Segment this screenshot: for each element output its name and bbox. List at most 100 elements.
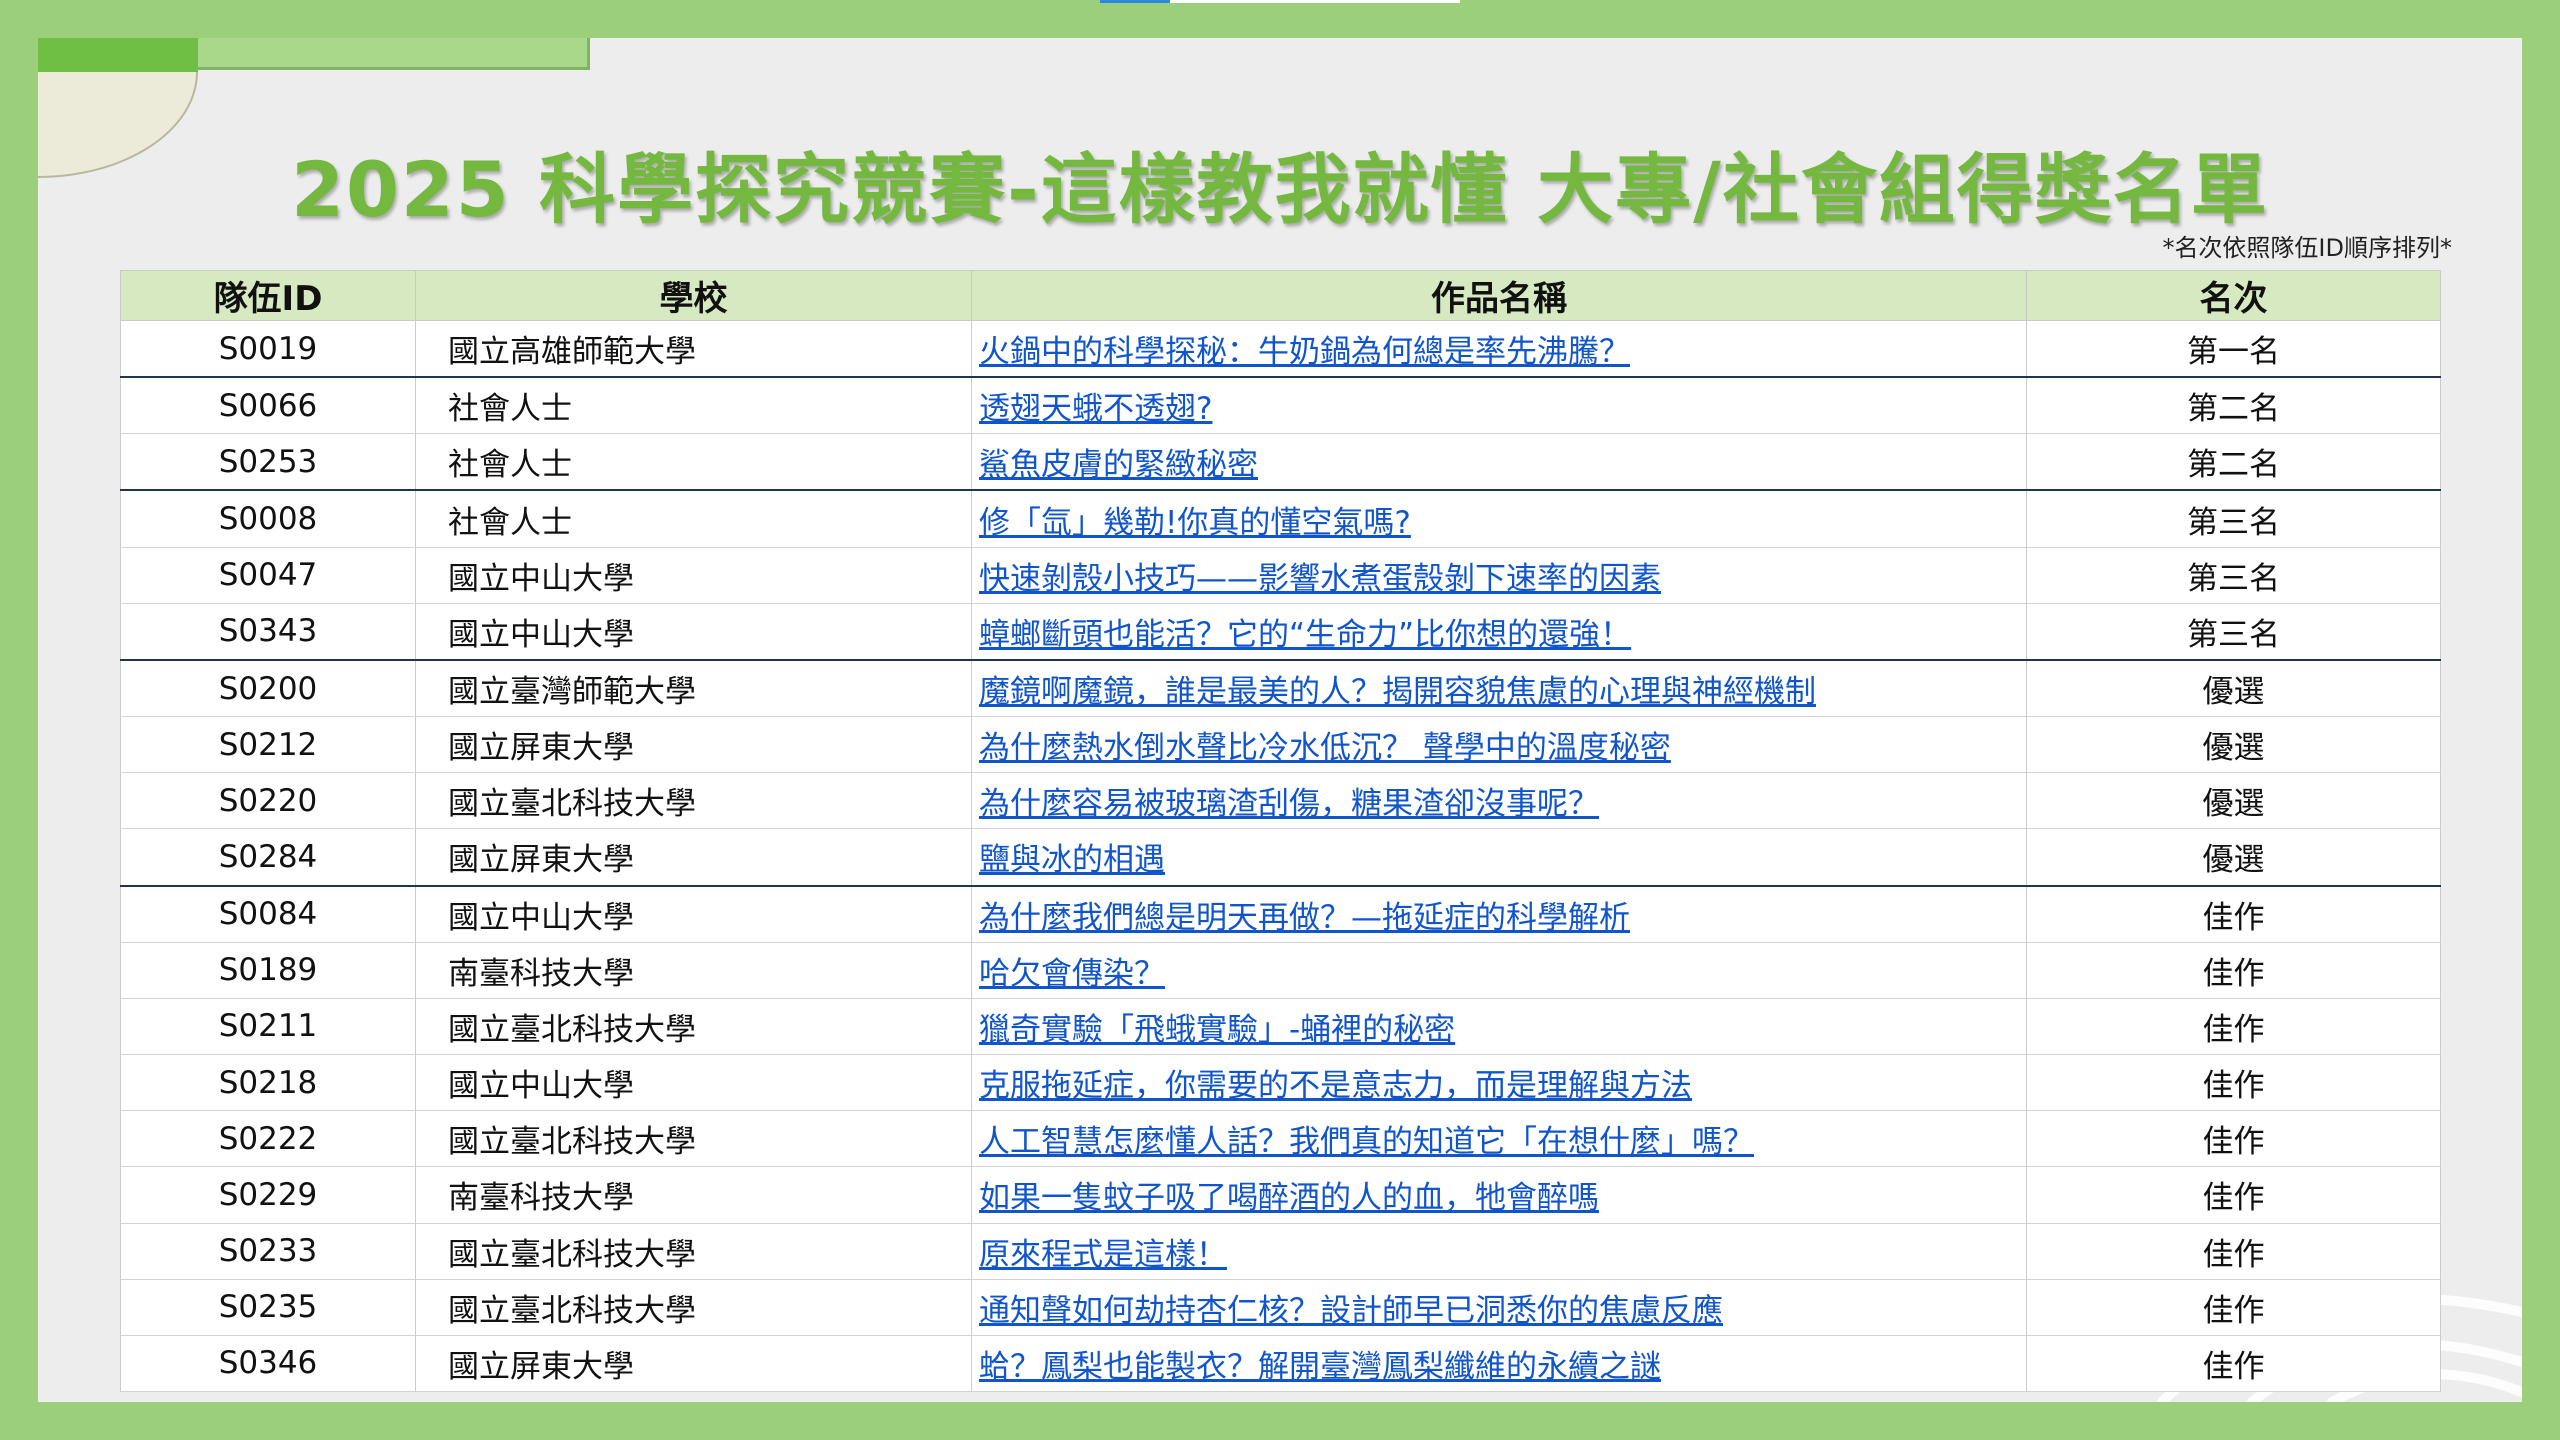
cell-rank: 佳作 (2026, 1335, 2441, 1393)
cell-rank: 佳作 (2026, 1110, 2441, 1168)
cell-team-id: S0200 (120, 659, 416, 718)
work-title-link[interactable]: 透翅天蛾不透翅? (979, 391, 1212, 427)
cell-work-title: 鯊魚皮膚的緊緻秘密 (971, 433, 2027, 492)
table-row: S0229 南臺科技大學 如果一隻蚊子吸了喝醉酒的人的血，牠會醉嗎 佳作 (120, 1166, 2441, 1224)
cell-work-title: 人工智慧怎麼懂人話？我們真的知道它「在想什麼」嗎？ (971, 1110, 2027, 1168)
cell-rank: 佳作 (2026, 1279, 2441, 1336)
cell-team-id: S0343 (120, 603, 416, 661)
cell-team-id: S0212 (120, 716, 416, 774)
work-title-link[interactable]: 為什麼容易被玻璃渣刮傷，糖果渣卻沒事呢？ (979, 786, 1599, 822)
cell-school: 國立屏東大學 (415, 828, 972, 887)
table-row: S0189 南臺科技大學 哈欠會傳染？ 佳作 (120, 942, 2441, 999)
work-title-link[interactable]: 蛤？鳳梨也能製衣？解開臺灣鳳梨纖維的永續之謎 (979, 1349, 1661, 1385)
table-row: S0084 國立中山大學 為什麼我們總是明天再做？—拖延症的科學解析 佳作 (120, 885, 2441, 943)
cell-work-title: 快速剝殼小技巧——影響水煮蛋殼剝下速率的因素 (971, 547, 2027, 604)
cell-work-title: 蛤？鳳梨也能製衣？解開臺灣鳳梨纖維的永續之謎 (971, 1335, 2027, 1393)
cell-rank: 佳作 (2026, 1166, 2441, 1224)
cell-school: 國立中山大學 (415, 547, 972, 604)
table-row: S0284 國立屏東大學 鹽與冰的相遇 優選 (120, 828, 2441, 887)
cell-work-title: 為什麼熱水倒水聲比冷水低沉？ 聲學中的溫度秘密 (971, 716, 2027, 774)
cell-team-id: S0066 (120, 377, 416, 435)
header-rank: 名次 (2026, 270, 2441, 321)
cell-team-id: S0019 (120, 320, 416, 379)
header-team-id: 隊伍ID (120, 270, 416, 321)
cell-school: 國立臺北科技大學 (415, 1279, 972, 1336)
cell-team-id: S0220 (120, 772, 416, 830)
cell-school: 國立臺灣師範大學 (415, 659, 972, 718)
cell-school: 國立中山大學 (415, 885, 972, 943)
cell-work-title: 蟑螂斷頭也能活？它的“生命力”比你想的還強！ (971, 603, 2027, 661)
work-title-link[interactable]: 鯊魚皮膚的緊緻秘密 (979, 447, 1258, 483)
table-row: S0233 國立臺北科技大學 原來程式是這樣！ 佳作 (120, 1223, 2441, 1280)
table-header-row: 隊伍ID 學校 作品名稱 名次 (120, 270, 2441, 321)
work-title-link[interactable]: 人工智慧怎麼懂人話？我們真的知道它「在想什麼」嗎？ (979, 1124, 1754, 1160)
cell-rank: 第二名 (2026, 433, 2441, 492)
cell-work-title: 克服拖延症，你需要的不是意志力，而是理解與方法 (971, 1054, 2027, 1112)
ranking-note: *名次依照隊伍ID順序排列* (2162, 234, 2452, 262)
cell-team-id: S0218 (120, 1054, 416, 1112)
cell-work-title: 為什麼我們總是明天再做？—拖延症的科學解析 (971, 885, 2027, 943)
work-title-link[interactable]: 原來程式是這樣！ (979, 1237, 1227, 1273)
corner-bar-light (198, 38, 590, 70)
header-work-title: 作品名稱 (971, 270, 2027, 321)
table-row: S0218 國立中山大學 克服拖延症，你需要的不是意志力，而是理解與方法 佳作 (120, 1054, 2441, 1112)
table-row: S0047 國立中山大學 快速剝殼小技巧——影響水煮蛋殼剝下速率的因素 第三名 (120, 547, 2441, 604)
cell-work-title: 原來程式是這樣！ (971, 1223, 2027, 1280)
top-accent-line-blue (1100, 0, 1170, 3)
work-title-link[interactable]: 為什麼我們總是明天再做？—拖延症的科學解析 (979, 900, 1630, 936)
cell-work-title: 修「氙」幾勒!你真的懂空氣嗎? (971, 490, 2027, 548)
table-row: S0019 國立高雄師範大學 火鍋中的科學探秘：牛奶鍋為何總是率先沸騰？ 第一名 (120, 320, 2441, 379)
cell-team-id: S0233 (120, 1223, 416, 1280)
work-title-link[interactable]: 克服拖延症，你需要的不是意志力，而是理解與方法 (979, 1068, 1692, 1104)
cell-team-id: S0229 (120, 1166, 416, 1224)
cell-school: 南臺科技大學 (415, 942, 972, 999)
table-row: S0008 社會人士 修「氙」幾勒!你真的懂空氣嗎? 第三名 (120, 490, 2441, 548)
cell-school: 南臺科技大學 (415, 1166, 972, 1224)
work-title-link[interactable]: 通知聲如何劫持杏仁核？設計師早已洞悉你的焦慮反應 (979, 1293, 1723, 1329)
cell-school: 社會人士 (415, 490, 972, 548)
cell-team-id: S0047 (120, 547, 416, 604)
cell-rank: 第三名 (2026, 603, 2441, 661)
work-title-link[interactable]: 為什麼熱水倒水聲比冷水低沉？ 聲學中的溫度秘密 (979, 730, 1671, 766)
table-row: S0200 國立臺灣師範大學 魔鏡啊魔鏡，誰是最美的人？揭開容貌焦慮的心理與神經… (120, 659, 2441, 718)
table-row: S0066 社會人士 透翅天蛾不透翅? 第二名 (120, 377, 2441, 435)
cell-work-title: 如果一隻蚊子吸了喝醉酒的人的血，牠會醉嗎 (971, 1166, 2027, 1224)
winners-table: 隊伍ID 學校 作品名稱 名次 S0019 國立高雄師範大學 火鍋中的科學探秘：… (120, 270, 2441, 1393)
cell-team-id: S0189 (120, 942, 416, 999)
cell-rank: 第三名 (2026, 547, 2441, 604)
work-title-link[interactable]: 哈欠會傳染？ (979, 956, 1165, 992)
cell-rank: 優選 (2026, 828, 2441, 887)
table-row: S0212 國立屏東大學 為什麼熱水倒水聲比冷水低沉？ 聲學中的溫度秘密 優選 (120, 716, 2441, 774)
table-row: S0220 國立臺北科技大學 為什麼容易被玻璃渣刮傷，糖果渣卻沒事呢？ 優選 (120, 772, 2441, 830)
work-title-link[interactable]: 快速剝殼小技巧——影響水煮蛋殼剝下速率的因素 (979, 561, 1661, 597)
work-title-link[interactable]: 鹽與冰的相遇 (979, 842, 1165, 878)
cell-work-title: 獵奇實驗「飛蛾實驗」-蛹裡的秘密 (971, 998, 2027, 1056)
corner-bar-dark (38, 38, 198, 72)
work-title-link[interactable]: 修「氙」幾勒!你真的懂空氣嗎? (979, 505, 1411, 541)
cell-rank: 第一名 (2026, 320, 2441, 379)
cell-rank: 佳作 (2026, 998, 2441, 1056)
table-row: S0211 國立臺北科技大學 獵奇實驗「飛蛾實驗」-蛹裡的秘密 佳作 (120, 998, 2441, 1056)
work-title-link[interactable]: 如果一隻蚊子吸了喝醉酒的人的血，牠會醉嗎 (979, 1180, 1599, 1216)
work-title-link[interactable]: 魔鏡啊魔鏡，誰是最美的人？揭開容貌焦慮的心理與神經機制 (979, 674, 1816, 710)
cell-work-title: 魔鏡啊魔鏡，誰是最美的人？揭開容貌焦慮的心理與神經機制 (971, 659, 2027, 718)
page-title: 2025 科學探究競賽-這樣教我就懂 大專/社會組得獎名單 (291, 145, 2269, 234)
header-school: 學校 (415, 270, 972, 321)
work-title-link[interactable]: 火鍋中的科學探秘：牛奶鍋為何總是率先沸騰？ (979, 334, 1630, 370)
cell-rank: 佳作 (2026, 1054, 2441, 1112)
cell-rank: 第三名 (2026, 490, 2441, 548)
cell-work-title: 火鍋中的科學探秘：牛奶鍋為何總是率先沸騰？ (971, 320, 2027, 379)
cell-school: 國立中山大學 (415, 1054, 972, 1112)
work-title-link[interactable]: 獵奇實驗「飛蛾實驗」-蛹裡的秘密 (979, 1012, 1455, 1048)
cell-school: 國立臺北科技大學 (415, 1223, 972, 1280)
work-title-link[interactable]: 蟑螂斷頭也能活？它的“生命力”比你想的還強！ (979, 617, 1631, 653)
cell-school: 國立高雄師範大學 (415, 320, 972, 379)
table-row: S0346 國立屏東大學 蛤？鳳梨也能製衣？解開臺灣鳳梨纖維的永續之謎 佳作 (120, 1335, 2441, 1393)
cell-team-id: S0008 (120, 490, 416, 548)
top-accent-line-white (1170, 0, 1460, 3)
cell-rank: 佳作 (2026, 942, 2441, 999)
cell-rank: 第二名 (2026, 377, 2441, 435)
cell-rank: 佳作 (2026, 1223, 2441, 1280)
cell-school: 國立臺北科技大學 (415, 1110, 972, 1168)
cell-school: 國立屏東大學 (415, 716, 972, 774)
